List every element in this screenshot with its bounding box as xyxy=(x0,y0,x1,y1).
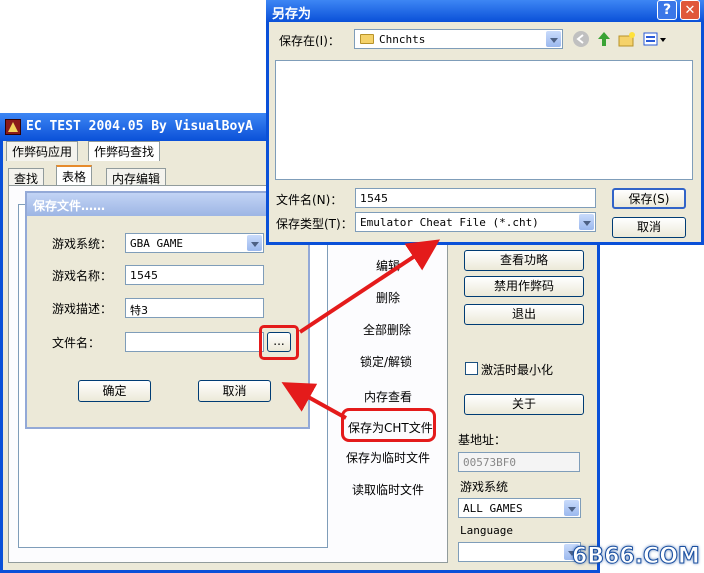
main-titlebar[interactable]: EC TEST 2004.05 By VisualBoyA xyxy=(0,113,268,141)
app-icon xyxy=(5,119,21,135)
save-in-label: 保存在(I)： xyxy=(279,34,340,48)
minimize-checkbox-label: 激活时最小化 xyxy=(481,363,554,377)
minimize-checkbox[interactable] xyxy=(465,362,478,375)
view-guide-button[interactable]: 查看功略 xyxy=(464,250,584,271)
chevron-down-icon[interactable] xyxy=(546,31,561,47)
help-button[interactable]: ? xyxy=(657,0,677,20)
language-label: Language xyxy=(460,524,513,537)
base-address-field[interactable]: 00573BF0 xyxy=(458,452,580,472)
language-select[interactable] xyxy=(458,542,581,562)
save-desc-label: 游戏描述： xyxy=(52,302,113,316)
save-system-value: GBA GAME xyxy=(130,237,183,250)
save-in-select[interactable]: Chnchts xyxy=(354,29,563,49)
save-system-select[interactable]: GBA GAME xyxy=(125,233,264,253)
watermark: 6B66.COM xyxy=(572,544,701,570)
close-icon: ✕ xyxy=(684,3,696,18)
save-cancel-button[interactable]: 取消 xyxy=(198,380,271,402)
close-button[interactable]: ✕ xyxy=(680,0,700,20)
disable-cheat-button[interactable]: 禁用作弊码 xyxy=(464,276,584,297)
tab-cheat-apply[interactable]: 作弊码应用 xyxy=(6,141,79,161)
save-ok-button[interactable]: 确定 xyxy=(78,380,151,402)
chevron-down-icon[interactable] xyxy=(579,214,594,230)
delete-action[interactable]: 删除 xyxy=(376,289,400,306)
delete-all-action[interactable]: 全部删除 xyxy=(363,321,411,338)
save-file-label: 文件名： xyxy=(52,336,101,350)
save-system-label: 游戏系统： xyxy=(52,237,113,251)
lock-unlock-action[interactable]: 锁定/解锁 xyxy=(360,353,412,370)
help-icon: ? xyxy=(662,2,672,18)
about-button[interactable]: 关于 xyxy=(464,394,584,415)
save-temp-action[interactable]: 保存为临时文件 xyxy=(346,449,430,466)
tab-search[interactable]: 查找 xyxy=(8,168,45,186)
save-name-label: 游戏名称： xyxy=(52,269,113,283)
game-system-label: 游戏系统 xyxy=(460,480,509,494)
saveas-save-button[interactable]: 保存(S) xyxy=(612,188,686,209)
back-icon[interactable] xyxy=(573,31,589,47)
memory-view-action[interactable]: 内存查看 xyxy=(364,388,412,405)
tab-cheat-search[interactable]: 作弊码查找 xyxy=(88,141,161,161)
saveas-cancel-button[interactable]: 取消 xyxy=(612,217,686,238)
folder-icon xyxy=(360,34,374,44)
load-temp-action[interactable]: 读取临时文件 xyxy=(352,481,424,498)
filetype-value: Emulator Cheat File (*.cht) xyxy=(360,216,539,229)
up-folder-icon[interactable] xyxy=(595,30,613,48)
main-window-title: EC TEST 2004.05 By VisualBoyA xyxy=(26,119,253,134)
base-address-label: 基地址： xyxy=(458,433,507,447)
browse-button[interactable]: ... xyxy=(267,332,291,352)
tab-table[interactable]: 表格 xyxy=(56,165,93,186)
game-system-value: ALL GAMES xyxy=(463,502,523,515)
chevron-down-icon[interactable] xyxy=(247,235,262,251)
tab-memory-edit[interactable]: 内存编辑 xyxy=(106,168,167,186)
game-system-select[interactable]: ALL GAMES xyxy=(458,498,581,518)
save-cht-action[interactable]: 保存为CHT文件 xyxy=(348,419,433,436)
file-browser-area[interactable] xyxy=(275,60,693,180)
filetype-label: 保存类型(T)： xyxy=(276,217,353,231)
filetype-select[interactable]: Emulator Cheat File (*.cht) xyxy=(355,212,596,232)
save-as-titlebar[interactable]: 另存为 ? ✕ xyxy=(266,0,704,22)
save-file-field[interactable] xyxy=(125,332,264,352)
filename-field[interactable]: 1545 xyxy=(355,188,596,208)
save-name-field[interactable]: 1545 xyxy=(125,265,264,285)
chevron-down-icon[interactable] xyxy=(564,500,579,516)
exit-button[interactable]: 退出 xyxy=(464,304,584,325)
filename-label: 文件名(N)： xyxy=(276,193,343,207)
save-as-title: 另存为 xyxy=(272,7,312,22)
edit-action[interactable]: 编辑 xyxy=(376,257,400,274)
save-in-value: Chnchts xyxy=(379,33,426,46)
view-menu-icon[interactable] xyxy=(643,31,667,47)
save-desc-field[interactable]: 特3 xyxy=(125,298,264,318)
save-file-title: 保存文件…… xyxy=(33,199,106,213)
new-folder-icon[interactable] xyxy=(618,31,636,47)
